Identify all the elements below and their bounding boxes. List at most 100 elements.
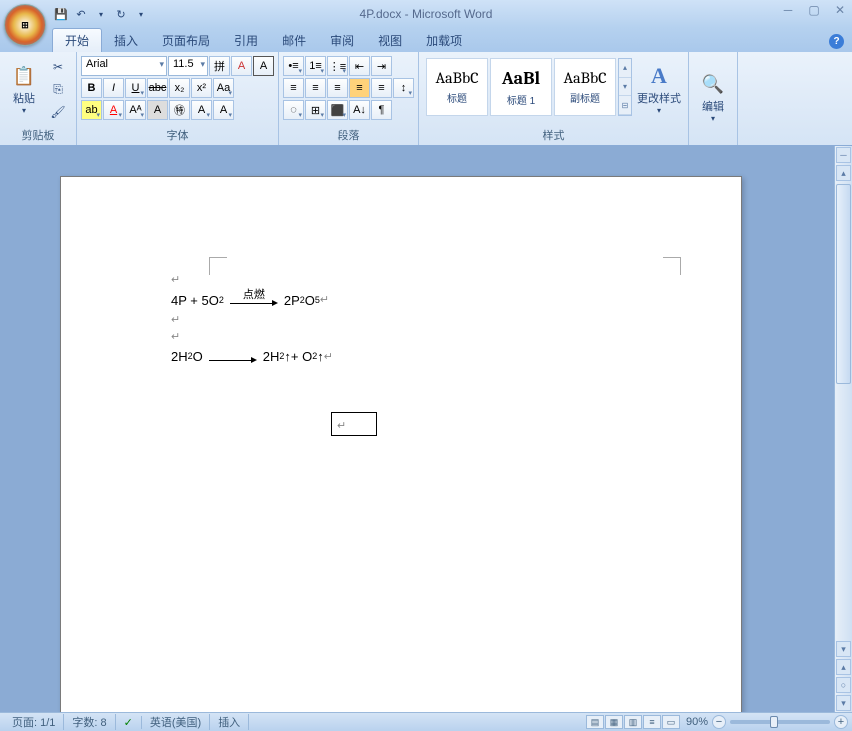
underline-button[interactable]: U — [125, 78, 146, 98]
browse-object-button[interactable]: ○ — [836, 677, 851, 693]
save-icon[interactable]: 💾 — [52, 5, 70, 23]
status-wordcount[interactable]: 字数: 8 — [64, 714, 115, 730]
clear-format-button[interactable]: A — [231, 56, 252, 76]
scrollbar-track[interactable] — [835, 182, 852, 640]
para-mark: ↵ — [171, 329, 333, 346]
change-case-button[interactable]: Aa — [213, 78, 234, 98]
scroll-up-button[interactable]: ▴ — [836, 165, 851, 181]
zoom-in-button[interactable]: + — [834, 715, 848, 729]
qat-customize-icon[interactable]: ▾ — [132, 5, 150, 23]
subscript-button[interactable]: x₂ — [169, 78, 190, 98]
status-insert-mode[interactable]: 插入 — [210, 714, 249, 730]
styles-down-button[interactable]: ▾ — [619, 78, 631, 97]
group-editing: 🔍 编辑▾ — [689, 52, 738, 145]
outline-view[interactable]: ≡ — [643, 715, 661, 729]
style-subtitle[interactable]: AaBbC副标题 — [554, 58, 616, 116]
bg-button[interactable]: ⬛ — [327, 100, 348, 120]
document-viewport[interactable]: ↵ 4P + 5O2 点燃 2P2O5 ↵ ↵ ↵ 2H2O 2H2↑+ O2 … — [0, 146, 834, 712]
format-painter-button[interactable]: 🖌 — [48, 103, 68, 121]
enclosed-char-button[interactable]: ㊕ — [169, 100, 190, 120]
minimize-button[interactable]: ─ — [779, 3, 797, 17]
cut-button[interactable]: ✂ — [48, 58, 68, 76]
fullscreen-view[interactable]: ▦ — [605, 715, 623, 729]
scroll-split-icon[interactable]: ─ — [836, 147, 851, 163]
scrollbar-thumb[interactable] — [836, 184, 851, 384]
tab-view[interactable]: 视图 — [366, 29, 414, 52]
align-left-button[interactable]: ≡ — [283, 78, 304, 98]
shrink-font-button[interactable]: A — [213, 100, 234, 120]
font-color-button[interactable]: A — [103, 100, 124, 120]
prev-page-button[interactable]: ▴ — [836, 659, 851, 675]
decrease-indent-button[interactable]: ⇤ — [349, 56, 370, 76]
shading-button[interactable]: ◌ — [283, 100, 304, 120]
style-heading[interactable]: AaBbC标题 — [426, 58, 488, 116]
next-page-button[interactable]: ▾ — [836, 695, 851, 711]
align-right-button[interactable]: ≡ — [327, 78, 348, 98]
tab-mailings[interactable]: 邮件 — [270, 29, 318, 52]
find-button[interactable]: 🔍 编辑▾ — [693, 54, 733, 141]
arrow-icon — [209, 350, 257, 364]
status-language[interactable]: 英语(美国) — [142, 714, 210, 730]
bullets-button[interactable]: •≡ — [283, 56, 304, 76]
phonetic-guide-button[interactable]: 拼 — [209, 56, 230, 76]
multilevel-button[interactable]: ⋮≡ — [327, 56, 348, 76]
grow-font-button[interactable]: Aᴬ — [125, 100, 146, 120]
copy-button[interactable]: ⎘ — [48, 80, 68, 98]
help-icon[interactable]: ? — [829, 34, 844, 49]
doc-name: 4P.docx — [360, 7, 402, 21]
redo-icon[interactable]: ↻ — [112, 5, 130, 23]
office-button[interactable]: ⊞ — [4, 4, 46, 46]
superscript-button[interactable]: x² — [191, 78, 212, 98]
align-center-button[interactable]: ≡ — [305, 78, 326, 98]
change-styles-button[interactable]: A 更改样式▾ — [634, 54, 684, 125]
text-box-shape[interactable]: ↵ — [331, 412, 377, 436]
scroll-down-button[interactable]: ▾ — [836, 641, 851, 657]
zoom-slider[interactable] — [730, 720, 830, 724]
close-button[interactable]: ✕ — [831, 3, 849, 17]
tab-layout[interactable]: 页面布局 — [150, 29, 222, 52]
tab-references[interactable]: 引用 — [222, 29, 270, 52]
app-name: Microsoft Word — [412, 7, 492, 21]
tab-insert[interactable]: 插入 — [102, 29, 150, 52]
paste-button[interactable]: 📋 粘贴 ▾ — [4, 54, 44, 125]
strikethrough-button[interactable]: abc — [147, 78, 168, 98]
zoom-out-button[interactable]: − — [712, 715, 726, 729]
font-name-combo[interactable]: Arial — [81, 56, 167, 76]
big-a-button[interactable]: A — [191, 100, 212, 120]
vertical-scrollbar[interactable]: ─ ▴ ▾ ▴ ○ ▾ — [834, 146, 852, 712]
maximize-button[interactable]: ▢ — [805, 3, 823, 17]
increase-indent-button[interactable]: ⇥ — [371, 56, 392, 76]
highlight-button[interactable]: ab — [81, 100, 102, 120]
zoom-level[interactable]: 90% — [686, 716, 708, 728]
status-bar: 页面: 1/1 字数: 8 ✓ 英语(美国) 插入 ▤ ▦ ▥ ≡ ▭ 90% … — [0, 712, 852, 731]
status-proofing[interactable]: ✓ — [116, 716, 142, 729]
document-content[interactable]: ↵ 4P + 5O2 点燃 2P2O5 ↵ ↵ ↵ 2H2O 2H2↑+ O2 … — [171, 272, 333, 369]
italic-button[interactable]: I — [103, 78, 124, 98]
numbering-button[interactable]: 1≡ — [305, 56, 326, 76]
justify-button[interactable]: ≡ — [349, 78, 370, 98]
draft-view[interactable]: ▭ — [662, 715, 680, 729]
tab-review[interactable]: 审阅 — [318, 29, 366, 52]
style-heading1[interactable]: AaBl标题 1 — [490, 58, 552, 116]
line-spacing-button[interactable]: ↕ — [393, 78, 414, 98]
zoom-thumb[interactable] — [770, 716, 778, 728]
undo-more-icon[interactable]: ▾ — [92, 5, 110, 23]
styles-up-button[interactable]: ▴ — [619, 59, 631, 78]
quick-access-toolbar: 💾 ↶ ▾ ↻ ▾ — [52, 0, 150, 28]
status-page[interactable]: 页面: 1/1 — [4, 714, 64, 730]
title-bar: ⊞ 💾 ↶ ▾ ↻ ▾ 4P.docx - Microsoft Word ─ ▢… — [0, 0, 852, 28]
print-layout-view[interactable]: ▤ — [586, 715, 604, 729]
char-border-button[interactable]: A — [253, 56, 274, 76]
distribute-button[interactable]: ≡ — [371, 78, 392, 98]
borders-button[interactable]: ⊞ — [305, 100, 326, 120]
undo-icon[interactable]: ↶ — [72, 5, 90, 23]
styles-more-button[interactable]: ⊟ — [619, 96, 631, 115]
font-size-combo[interactable]: 11.5 — [168, 56, 208, 76]
show-marks-button[interactable]: ¶ — [371, 100, 392, 120]
char-shading-button[interactable]: A — [147, 100, 168, 120]
web-layout-view[interactable]: ▥ — [624, 715, 642, 729]
tab-home[interactable]: 开始 — [52, 28, 102, 52]
tab-addins[interactable]: 加载项 — [414, 29, 474, 52]
bold-button[interactable]: B — [81, 78, 102, 98]
sort-button[interactable]: A↓ — [349, 100, 370, 120]
